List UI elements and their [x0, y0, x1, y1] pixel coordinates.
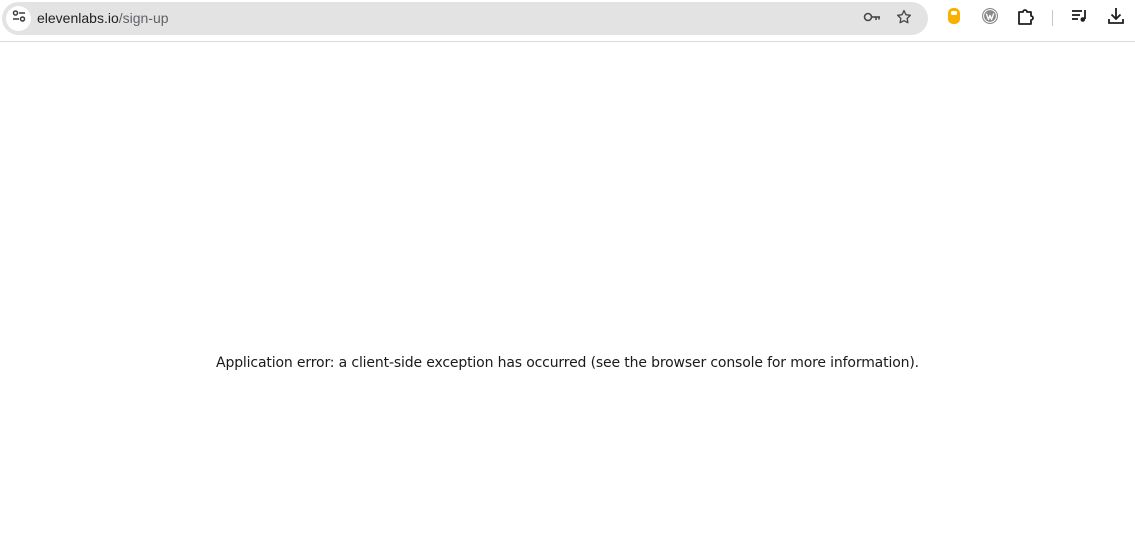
browser-toolbar: elevenlabs.io/sign-up	[0, 0, 1135, 42]
tune-icon	[11, 8, 27, 29]
application-error-message: Application error: a client-side excepti…	[216, 355, 919, 371]
download-icon	[1106, 6, 1126, 31]
url-host: elevenlabs.io	[37, 10, 119, 26]
wordpress-extension-icon	[981, 7, 999, 30]
honey-extension-icon	[946, 7, 962, 30]
url-path: /sign-up	[118, 10, 169, 26]
star-icon	[895, 8, 913, 31]
downloads-button[interactable]	[1103, 5, 1129, 31]
toolbar-divider	[1052, 10, 1053, 26]
honey-extension-button[interactable]	[941, 5, 967, 31]
wordpress-extension-button[interactable]	[977, 5, 1003, 31]
media-queue-icon	[1069, 6, 1089, 31]
password-manager-button[interactable]	[860, 7, 884, 31]
key-icon	[862, 7, 882, 32]
bookmark-button[interactable]	[892, 7, 916, 31]
address-bar[interactable]: elevenlabs.io/sign-up	[2, 2, 928, 35]
extensions-button[interactable]	[1013, 5, 1039, 31]
site-info-button[interactable]	[6, 6, 31, 31]
media-controls-button[interactable]	[1066, 5, 1092, 31]
puzzle-icon	[1016, 6, 1036, 31]
url-text[interactable]: elevenlabs.io/sign-up	[37, 10, 169, 27]
